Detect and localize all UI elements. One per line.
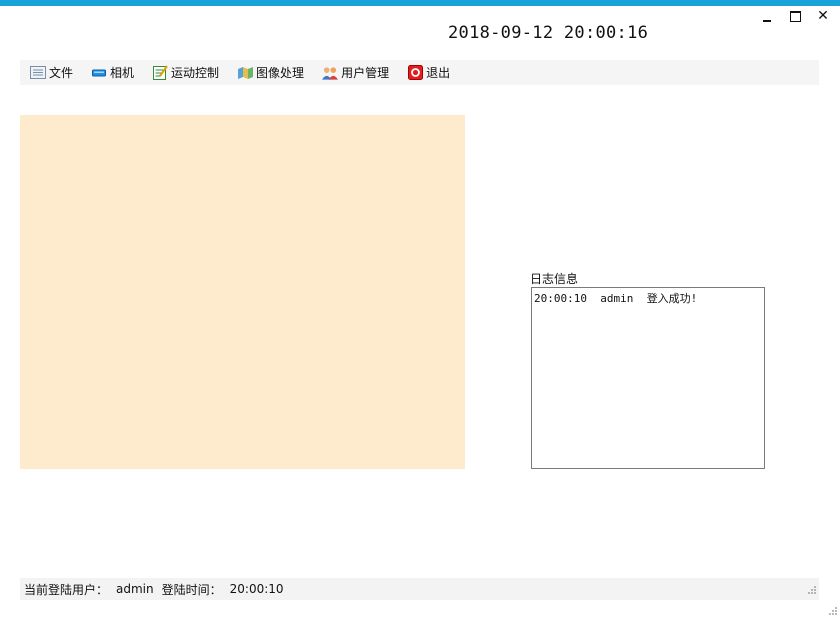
menu-item-motion-control[interactable]: 运动控制: [142, 60, 227, 85]
status-bar: 当前登陆用户： admin 登陆时间： 20:00:10: [20, 578, 819, 600]
menu-item-user-management[interactable]: 用户管理: [312, 60, 397, 85]
menu-item-label: 文件: [49, 66, 74, 80]
menu-item-label: 运动控制: [171, 66, 220, 80]
menu-item-camera[interactable]: 相机: [81, 60, 142, 85]
maximize-icon: [789, 10, 801, 22]
menu-item-file[interactable]: 文件: [20, 60, 81, 85]
window-controls: ✕: [758, 8, 832, 24]
login-time-value: 20:00:10: [229, 582, 284, 596]
title-accent-bar: [0, 0, 840, 6]
window-resize-grip-icon[interactable]: [828, 606, 838, 616]
log-textbox[interactable]: 20:00:10 admin 登入成功!: [531, 287, 765, 469]
close-button[interactable]: ✕: [814, 8, 832, 24]
menu-item-exit[interactable]: 退出: [397, 60, 458, 85]
log-line: 20:00:10 admin 登入成功!: [534, 292, 698, 305]
current-user-value: admin: [116, 582, 154, 596]
menu-bar: 文件 相机 运动控制 图像处理 用户管理 退出: [20, 60, 819, 85]
file-icon: [30, 66, 46, 80]
exit-icon: [407, 65, 423, 80]
minimize-button[interactable]: [758, 8, 776, 24]
menu-item-label: 图像处理: [256, 66, 305, 80]
motion-control-icon: [152, 65, 168, 80]
users-icon: [322, 66, 339, 80]
maximize-button[interactable]: [786, 8, 804, 24]
statusbar-grip-icon: [808, 586, 816, 594]
login-time-label: 登陆时间：: [161, 582, 222, 597]
image-processing-icon: [237, 66, 253, 80]
log-panel-label: 日志信息: [530, 272, 579, 286]
menu-item-label: 相机: [110, 66, 135, 80]
current-user-label: 当前登陆用户：: [24, 582, 109, 597]
camera-icon: [91, 66, 107, 80]
datetime-display: 2018-09-12 20:00:16: [448, 23, 649, 43]
minimize-icon: [763, 20, 771, 22]
camera-image-view[interactable]: [20, 115, 465, 469]
main-window: ✕ 2018-09-12 20:00:16 文件 相机 运动控制 图像处理 用户…: [0, 0, 840, 620]
menu-item-label: 退出: [426, 66, 451, 80]
menu-item-image-processing[interactable]: 图像处理: [227, 60, 312, 85]
menu-item-label: 用户管理: [341, 66, 390, 80]
close-icon: ✕: [817, 8, 829, 24]
